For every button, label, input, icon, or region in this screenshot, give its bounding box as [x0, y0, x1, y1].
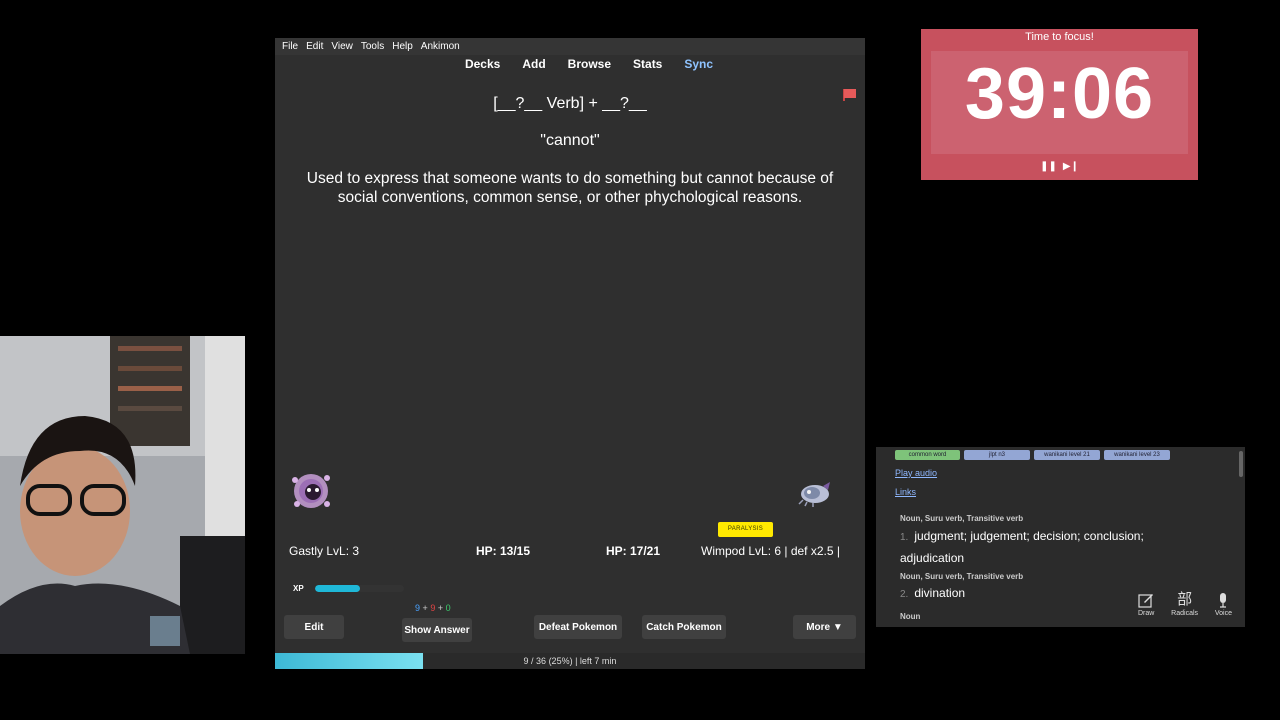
- voice-tool[interactable]: Voice: [1215, 592, 1232, 617]
- show-answer-button[interactable]: Show Answer: [402, 618, 472, 642]
- scrollbar[interactable]: [1239, 451, 1243, 477]
- review-count: 0: [445, 603, 451, 613]
- definition-number: 2.: [900, 589, 909, 600]
- edit-button[interactable]: Edit: [284, 615, 344, 639]
- xp-bar-fill: [315, 585, 360, 592]
- main-toolbar: Decks Add Browse Stats Sync: [275, 57, 865, 77]
- tag-common-word: common word: [895, 450, 960, 460]
- part-of-speech: Noun, Suru verb, Transitive verb: [900, 514, 1024, 523]
- definition-2: 2. divination: [900, 583, 965, 605]
- voice-label: Voice: [1214, 610, 1232, 617]
- plus-sign: +: [437, 603, 444, 613]
- definition-text: divination: [914, 586, 966, 600]
- defeat-pokemon-button[interactable]: Defeat Pokemon: [534, 615, 622, 639]
- review-counts: 9 + 9 + 0: [415, 603, 451, 613]
- toolbar-sync[interactable]: Sync: [684, 57, 713, 77]
- radicals-label: Radicals: [1171, 610, 1199, 617]
- toolbar-stats[interactable]: Stats: [633, 57, 662, 77]
- card-pattern: [__?__ Verb] + __?__: [493, 95, 647, 112]
- definition-text: judgment; judgement; decision; conclusio…: [900, 529, 1144, 565]
- enemy-pokemon-hp: HP: 17/21: [606, 544, 661, 558]
- draw-label: Draw: [1138, 610, 1155, 617]
- pause-icon[interactable]: ❚❚: [1040, 161, 1057, 172]
- dictionary-panel: common word jlpt n3 wanikani level 21 wa…: [876, 447, 1245, 627]
- pencil-icon: [1138, 594, 1154, 608]
- enemy-pokemon-name: Wimpod LvL: 6 | def x2.5 |: [701, 544, 840, 558]
- definition-number: 1.: [900, 532, 909, 543]
- draw-tool[interactable]: Draw: [1138, 592, 1154, 617]
- player-pokemon-name: Gastly LvL: 3: [289, 544, 360, 558]
- timer-controls: ❚❚ ▶❙: [921, 161, 1198, 172]
- menu-edit[interactable]: Edit: [306, 41, 323, 52]
- more-button[interactable]: More ▼: [793, 615, 856, 639]
- new-count: 9: [415, 603, 421, 613]
- xp-bar: [315, 585, 404, 592]
- menu-file[interactable]: File: [282, 41, 298, 52]
- definition-1: 1. judgment; judgement; decision; conclus…: [900, 526, 1200, 568]
- radicals-tool[interactable]: 部 Radicals: [1171, 591, 1199, 618]
- webcam-image: [0, 336, 245, 654]
- card-description: Used to express that someone wants to do…: [306, 170, 834, 206]
- radicals-icon: 部: [1177, 591, 1193, 608]
- focus-timer: Time to focus! 39:06 ❚❚ ▶❙: [921, 29, 1198, 180]
- card-meaning: "cannot": [540, 132, 600, 149]
- anki-window: File Edit View Tools Help Ankimon Decks …: [275, 38, 865, 669]
- part-of-speech: Noun: [900, 612, 921, 621]
- toolbar-decks[interactable]: Decks: [465, 57, 500, 77]
- timer-display: 39:06: [931, 51, 1188, 154]
- catch-pokemon-button[interactable]: Catch Pokemon: [642, 615, 726, 639]
- player-pokemon-hp: HP: 13/15: [476, 544, 531, 558]
- menu-tools[interactable]: Tools: [361, 41, 384, 52]
- tag-wanikani-23: wanikani level 23: [1104, 450, 1170, 460]
- skip-icon[interactable]: ▶❙: [1063, 161, 1079, 172]
- dictionary-tags: common word jlpt n3 wanikani level 21 wa…: [895, 450, 1170, 460]
- timer-time: 39:06: [964, 54, 1155, 134]
- play-audio-link[interactable]: Play audio: [895, 468, 937, 478]
- menu-ankimon[interactable]: Ankimon: [421, 41, 460, 52]
- toolbar-add[interactable]: Add: [522, 57, 545, 77]
- plus-sign: +: [422, 603, 428, 613]
- status-badge: PARALYSIS: [718, 522, 773, 537]
- dictionary-tools: Draw 部 Radicals Voice: [1138, 591, 1232, 618]
- part-of-speech: Noun, Suru verb, Transitive verb: [900, 572, 1024, 581]
- menubar: File Edit View Tools Help Ankimon: [275, 38, 865, 55]
- microphone-icon: [1220, 593, 1227, 608]
- tag-wanikani-21: wanikani level 21: [1034, 450, 1100, 460]
- links-link[interactable]: Links: [895, 487, 916, 497]
- menu-help[interactable]: Help: [392, 41, 413, 52]
- menu-view[interactable]: View: [331, 41, 353, 52]
- gastly-sprite: [292, 474, 330, 508]
- xp-label: XP: [293, 584, 304, 593]
- webcam-feed: [0, 336, 245, 654]
- tag-jlpt: jlpt n3: [964, 450, 1030, 460]
- timer-title: Time to focus!: [1025, 31, 1094, 43]
- learn-count: 9: [430, 603, 436, 613]
- toolbar-browse[interactable]: Browse: [568, 57, 611, 77]
- progress-text: 9 / 36 (25%) | left 7 min: [523, 656, 617, 666]
- wimpod-sprite: [798, 482, 830, 507]
